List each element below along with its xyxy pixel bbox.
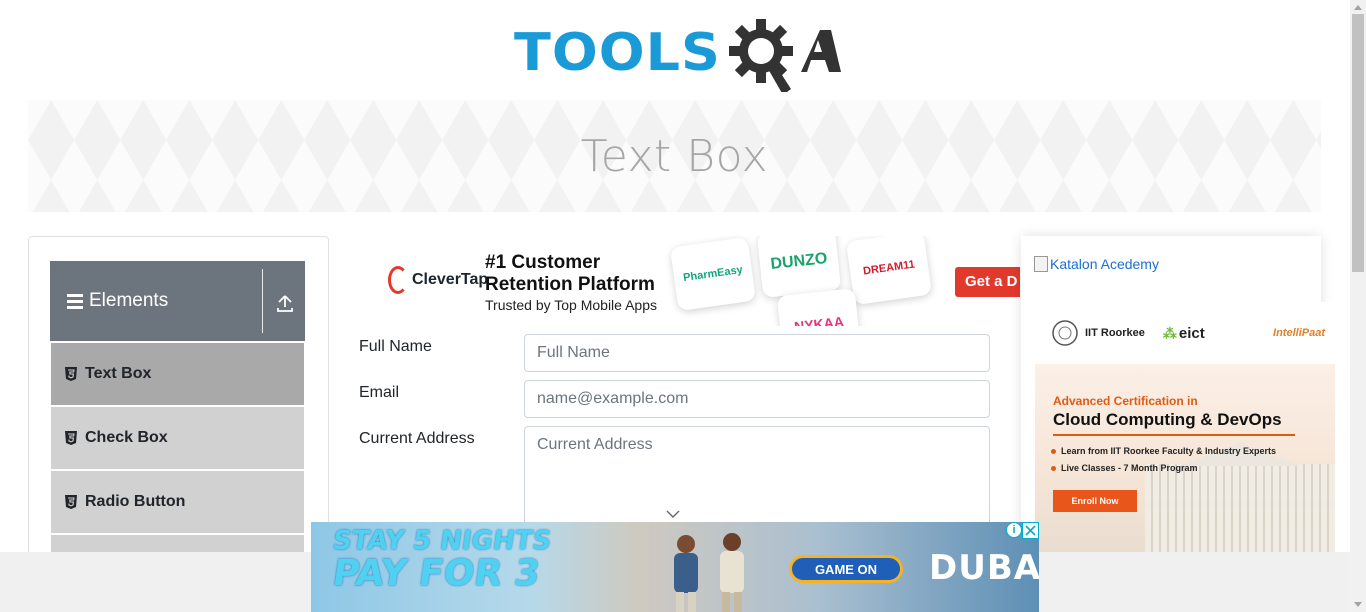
clevertap-brand: CleverTap xyxy=(412,271,489,288)
gear-magnifier-icon xyxy=(728,19,841,95)
ad-headline: #1 Customer Retention Platform xyxy=(485,252,655,295)
sidebar-item-radio-button[interactable]: Radio Button xyxy=(51,471,304,533)
iit-emblem-icon xyxy=(1052,320,1078,346)
iit-ad-body: Advanced Certification in Cloud Computin… xyxy=(1035,364,1335,552)
scrollbar-thumb[interactable] xyxy=(1352,14,1364,272)
dubai-ad[interactable]: STAY 5 NIGHTS PAY FOR 3 GAME ON DUBAI xyxy=(311,522,1039,612)
dubai-logo: DUBAI xyxy=(929,548,1039,588)
broken-image-alt: Katalon Acedemy xyxy=(1050,256,1159,272)
ad-kicker: Advanced Certification in xyxy=(1053,394,1198,408)
header-divider xyxy=(262,269,263,333)
enroll-now-button[interactable]: Enroll Now xyxy=(1053,490,1137,512)
bullet-dot-icon xyxy=(1051,465,1056,471)
ad-title-rule xyxy=(1053,434,1295,436)
sidebar-item-label: Text Box xyxy=(85,365,152,382)
bullet-dot-icon xyxy=(1051,448,1056,454)
ad-subline: Trusted by Top Mobile Apps xyxy=(485,297,657,313)
ad-bullet-text: Live Classes - 7 Month Program xyxy=(1061,463,1198,473)
game-on-button[interactable]: GAME ON xyxy=(789,555,903,583)
page-title: Text Box xyxy=(580,130,769,182)
clevertap-ring-icon xyxy=(388,266,408,294)
app-tile-pharmeasy: PharmEasy xyxy=(669,236,757,312)
full-name-label: Full Name xyxy=(359,338,432,355)
sidebar-item-text-box[interactable]: Text Box xyxy=(51,343,304,405)
hamburger-icon xyxy=(67,293,83,309)
sidebar-item-label: Check Box xyxy=(85,429,168,446)
katalon-ad-link[interactable]: Katalon Acedemy xyxy=(1034,256,1159,272)
iit-roorkee-ad[interactable]: IIT Roorkee ⁂ eict IntelliPaat Advanced … xyxy=(1035,302,1335,552)
ad-close-button[interactable] xyxy=(1022,522,1039,539)
page-banner: Text Box xyxy=(28,100,1321,212)
partner-logos: IIT Roorkee ⁂ eict IntelliPaat xyxy=(1035,302,1335,364)
chevron-down-icon[interactable] xyxy=(666,509,680,519)
clevertap-ad[interactable]: CleverTap #1 Customer Retention Platform… xyxy=(360,236,1020,326)
logo-tools-text: TOOLS xyxy=(514,22,721,83)
sidebar-item-check-box[interactable]: Check Box xyxy=(51,407,304,469)
partner-intellipaat: IntelliPaat xyxy=(1273,327,1325,339)
dubai-line-1: STAY 5 NIGHTS xyxy=(330,526,554,556)
current-address-textarea[interactable] xyxy=(524,426,990,536)
logo-qa-mark xyxy=(721,14,841,95)
toolsqa-logo[interactable]: TOOLS xyxy=(514,14,841,95)
broken-image-icon xyxy=(1034,256,1048,272)
full-name-input[interactable] xyxy=(524,334,990,372)
collapse-arrow-icon[interactable] xyxy=(276,293,294,313)
ad-bullet: Learn from IIT Roorkee Faculty & Industr… xyxy=(1051,446,1276,456)
people-illustration xyxy=(674,533,744,612)
email-label: Email xyxy=(359,384,400,401)
close-icon xyxy=(1025,525,1036,536)
ad-cta-button[interactable]: Get a D xyxy=(955,267,1020,297)
sidebar-item-label: Radio Button xyxy=(85,493,186,510)
ad-title: Cloud Computing & DevOps xyxy=(1053,410,1282,429)
dubai-line-2: PAY FOR 3 xyxy=(330,553,543,594)
current-address-label: Current Address xyxy=(359,430,475,447)
network-icon: ⁂ xyxy=(1162,324,1177,341)
html5-icon xyxy=(65,495,77,509)
page: TOOLS Text Box Elements Text Box Check B… xyxy=(0,0,1366,612)
ad-bullet: Live Classes - 7 Month Program xyxy=(1051,463,1198,473)
scroll-up-arrow-icon[interactable] xyxy=(1353,3,1363,11)
html5-icon xyxy=(65,367,77,381)
clevertap-logo: CleverTap xyxy=(388,266,488,294)
email-input[interactable] xyxy=(524,380,990,418)
group-title: Elements xyxy=(89,290,169,311)
partner-eict: eict xyxy=(1178,324,1205,342)
app-tile-dream11: DREAM11 xyxy=(845,236,933,306)
scroll-down-arrow-icon[interactable] xyxy=(1353,601,1363,609)
app-tile-dunzo: DUNZO xyxy=(756,236,842,298)
dubai-headline: STAY 5 NIGHTS PAY FOR 3 xyxy=(330,526,554,594)
building-illustration xyxy=(1145,464,1335,552)
html5-icon xyxy=(65,431,77,445)
adchoices-icon[interactable]: i xyxy=(1006,522,1022,538)
elements-group-header[interactable]: Elements xyxy=(50,261,305,341)
ad-bullet-text: Learn from IIT Roorkee Faculty & Industr… xyxy=(1061,446,1277,456)
partner-iit: IIT Roorkee xyxy=(1085,327,1145,339)
